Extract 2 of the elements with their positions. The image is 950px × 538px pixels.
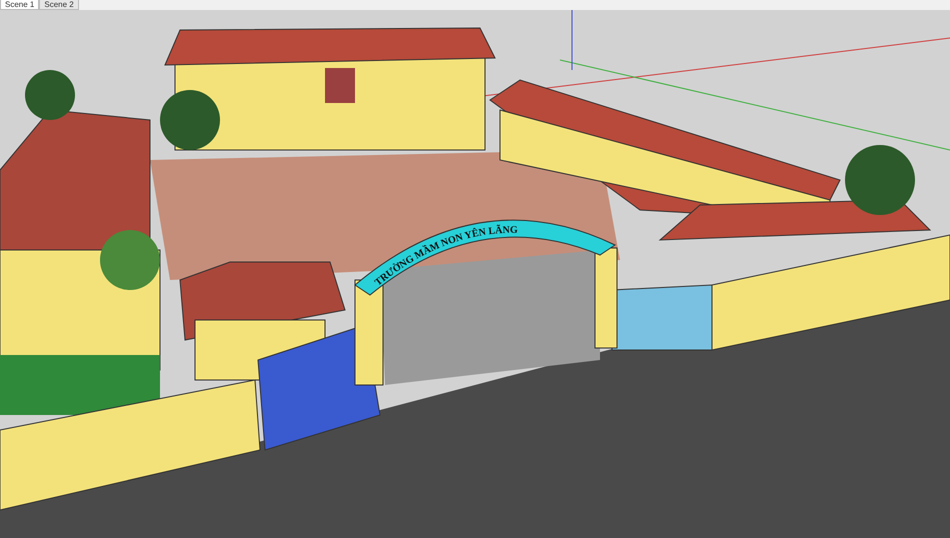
scene-tab[interactable]: Scene 2 <box>39 0 79 10</box>
scene-tab[interactable]: Scene 1 <box>0 0 40 10</box>
